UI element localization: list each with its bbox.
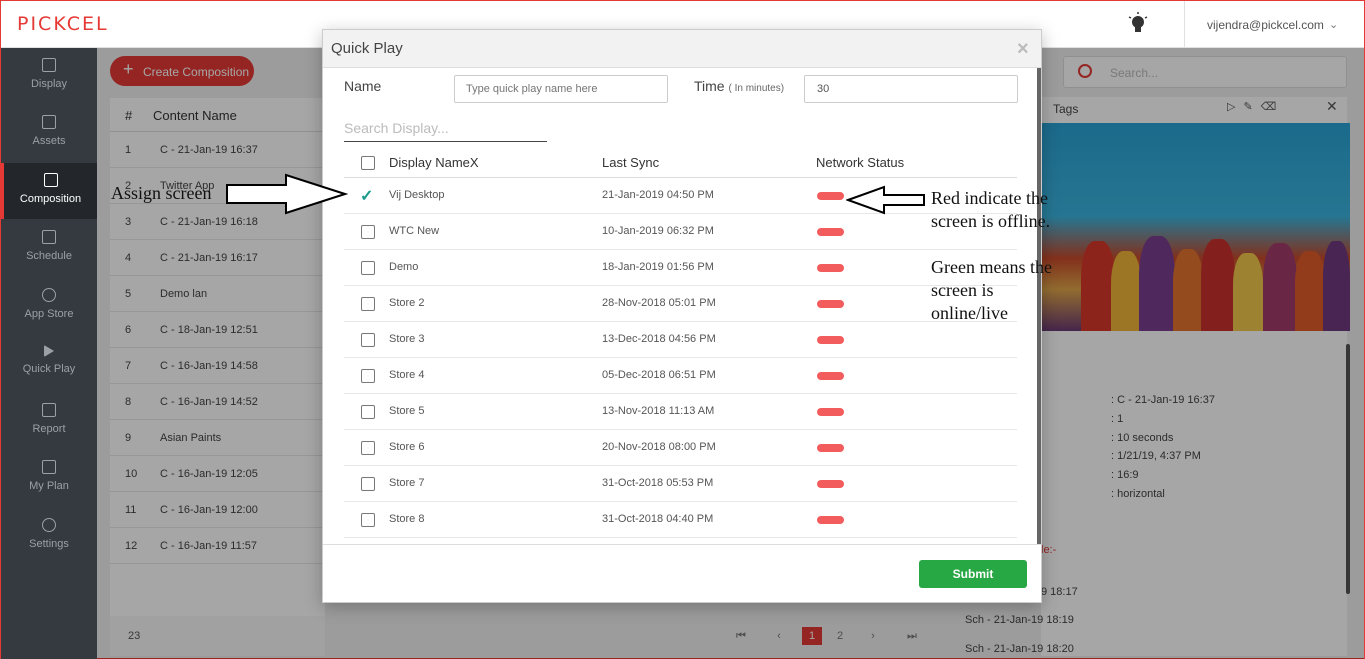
sidebar: Display Assets Composition Schedule App … [1,48,97,659]
annotation-green-status: Green means the screen is online/live [931,257,1052,323]
gear-icon [42,518,56,532]
table-row[interactable]: Store 7 31-Oct-2018 05:53 PM [344,466,1017,502]
network-status-indicator [817,444,844,452]
image-icon [42,115,56,129]
network-status-indicator [817,480,844,488]
table-row[interactable]: Store 5 13-Nov-2018 11:13 AM [344,394,1017,430]
table-row[interactable]: Store 3 13-Dec-2018 04:56 PM [344,322,1017,358]
close-icon[interactable]: × [1017,38,1029,61]
row-checkbox[interactable] [361,261,375,275]
network-status-indicator [817,300,844,308]
search-display-input[interactable]: Search Display... [344,120,547,142]
checkmark-icon[interactable]: ✓ [360,186,373,206]
calendar-icon [42,230,56,244]
quick-play-name-input[interactable] [454,75,668,103]
row-checkbox[interactable] [361,513,375,527]
annotation-assign-screen: Assign screen [111,183,212,203]
row-checkbox[interactable] [361,225,375,239]
sidebar-item-display[interactable]: Display [1,48,97,104]
network-status-indicator [817,372,844,380]
network-status-indicator [817,228,844,236]
sidebar-item-schedule[interactable]: Schedule [1,220,97,276]
layout-icon [43,173,58,187]
topbar-divider [1184,1,1185,48]
report-icon [42,403,56,417]
network-status-indicator [817,264,844,272]
row-checkbox[interactable] [361,477,375,491]
arrow-right-icon [226,173,348,215]
network-status-indicator [817,408,844,416]
submit-button[interactable]: Submit [919,560,1027,588]
app-logo[interactable]: PICKCEL [17,13,109,35]
compass-icon [42,288,56,302]
table-row[interactable]: Store 6 20-Nov-2018 08:00 PM [344,430,1017,466]
arrow-left-icon [846,185,925,215]
modal-footer-divider [323,544,1041,545]
table-row[interactable]: Store 8 31-Oct-2018 04:40 PM [344,502,1017,538]
time-input[interactable] [804,75,1018,103]
row-checkbox[interactable] [361,333,375,347]
modal-header: Quick Play × [323,30,1041,68]
modal-title: Quick Play [331,40,403,57]
select-all-checkbox[interactable] [361,156,375,170]
user-email[interactable]: vijendra@pickcel.com [1207,18,1324,32]
network-status-indicator [817,192,844,200]
sidebar-item-quick-play[interactable]: Quick Play [1,335,97,391]
display-table-header: Display NameX Last Sync Network Status [344,148,1017,178]
table-row[interactable]: WTC New 10-Jan-2019 06:32 PM [344,214,1017,250]
network-status-indicator [817,336,844,344]
name-label: Name [344,78,382,94]
sidebar-item-settings[interactable]: Settings [1,508,97,564]
row-checkbox[interactable] [361,369,375,383]
time-label: Time ( In minutes) [694,78,785,94]
table-row[interactable]: Demo 18-Jan-2019 01:56 PM [344,250,1017,286]
annotation-red-status: Red indicate the screen is offline. [931,188,1051,231]
sidebar-item-app-store[interactable]: App Store [1,278,97,334]
diamond-icon [42,460,56,474]
network-status-indicator [817,516,844,524]
row-checkbox[interactable] [361,441,375,455]
lightbulb-icon[interactable] [1128,12,1148,36]
play-icon [44,345,54,357]
chevron-down-icon[interactable]: ⌄ [1329,18,1338,31]
sidebar-item-composition[interactable]: Composition [1,163,97,219]
sidebar-item-assets[interactable]: Assets [1,105,97,161]
table-row[interactable]: Store 4 05-Dec-2018 06:51 PM [344,358,1017,394]
row-checkbox[interactable] [361,405,375,419]
table-row[interactable]: Store 2 28-Nov-2018 05:01 PM [344,286,1017,322]
row-checkbox[interactable] [361,297,375,311]
monitor-icon [42,58,56,72]
sidebar-item-report[interactable]: Report [1,393,97,449]
sidebar-item-my-plan[interactable]: My Plan [1,450,97,506]
